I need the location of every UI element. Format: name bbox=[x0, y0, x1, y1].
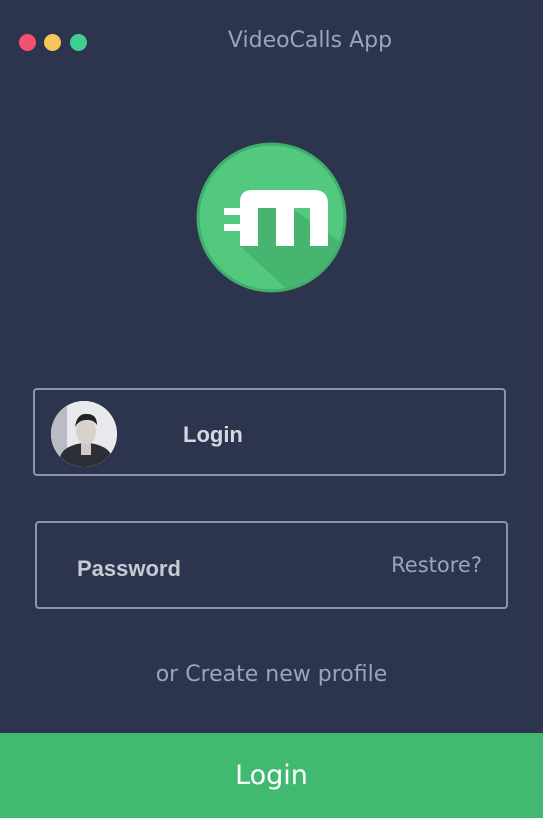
create-profile-link[interactable]: or Create new profile bbox=[0, 662, 543, 687]
login-label: Login bbox=[183, 422, 243, 447]
login-button[interactable]: Login bbox=[0, 733, 543, 818]
m-logo-icon bbox=[196, 142, 347, 293]
restore-password-link[interactable]: Restore? bbox=[391, 553, 482, 577]
password-label: Password bbox=[77, 556, 181, 581]
app-title: VideoCalls App bbox=[227, 28, 393, 53]
title-bar: VideoCalls App bbox=[0, 0, 543, 85]
login-field[interactable]: Login bbox=[33, 388, 506, 476]
password-field[interactable]: Password Restore? bbox=[35, 521, 508, 609]
user-avatar bbox=[51, 401, 117, 467]
